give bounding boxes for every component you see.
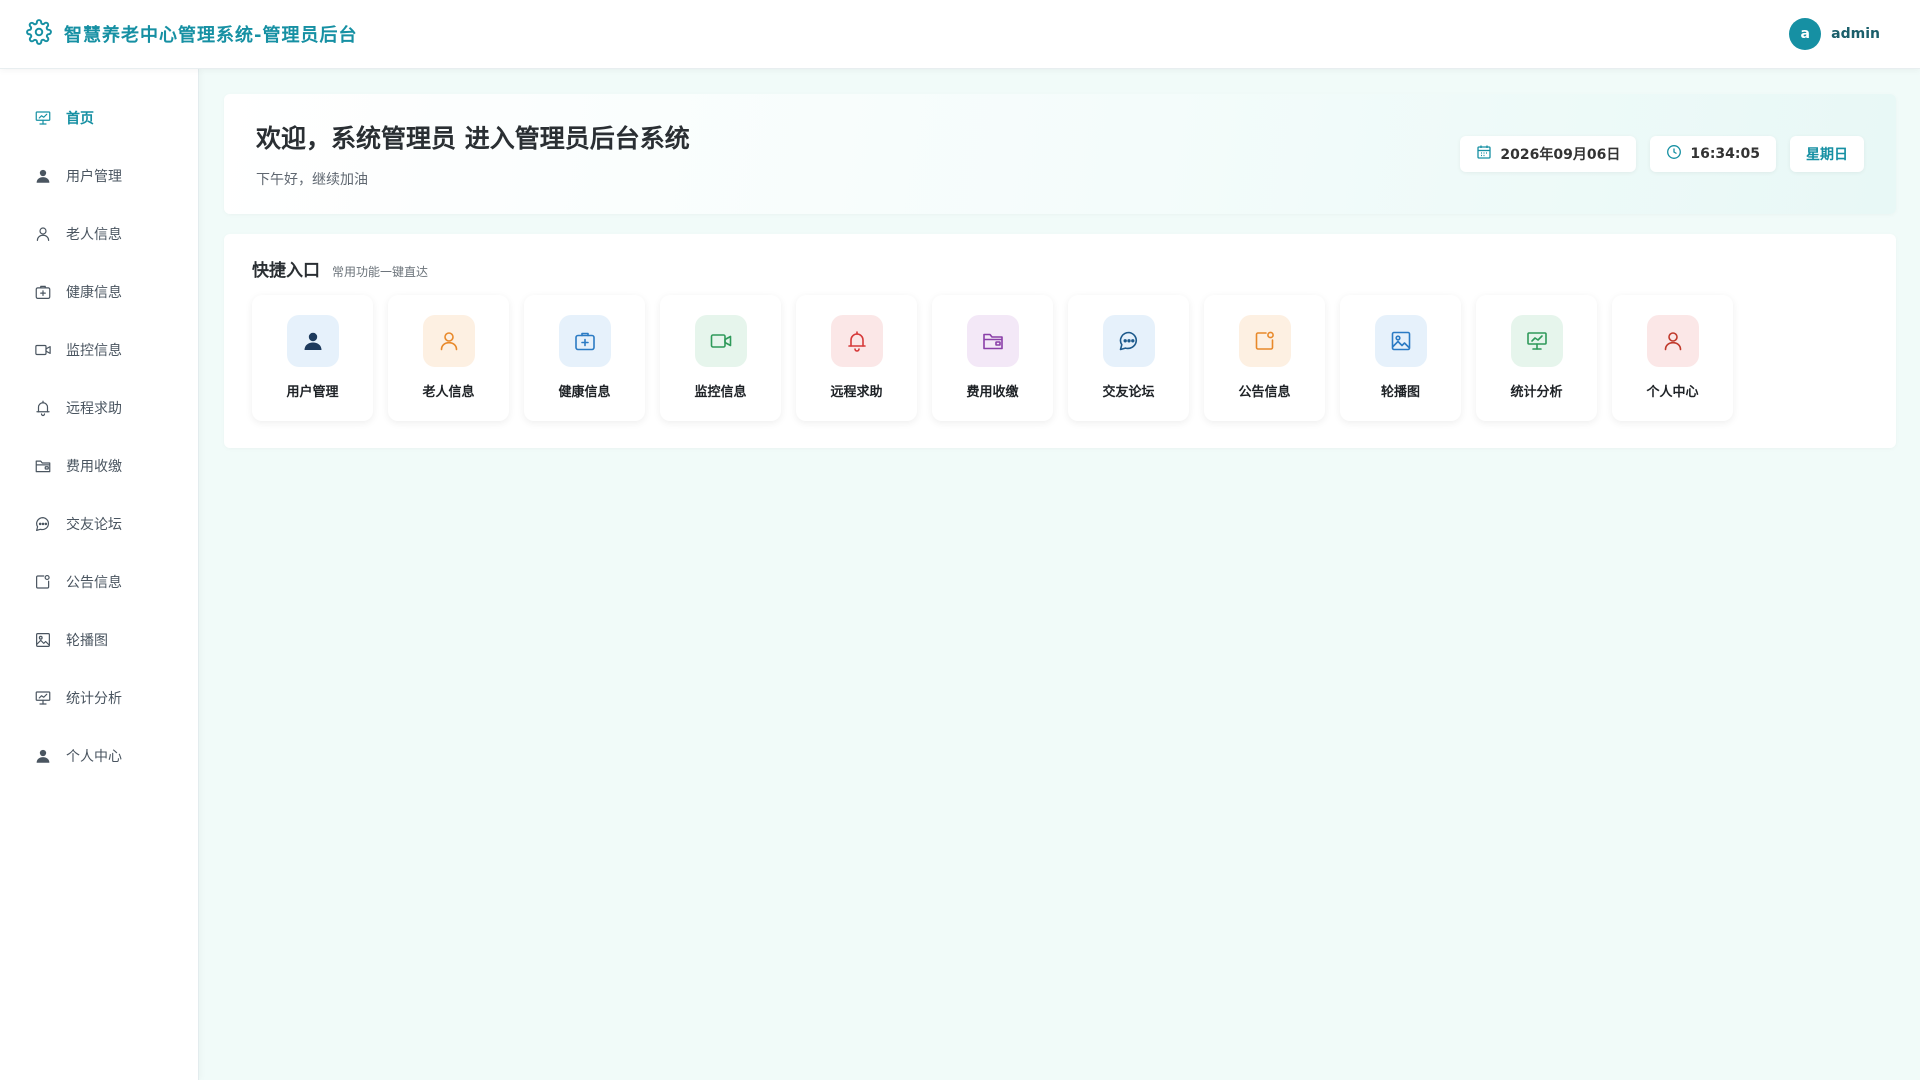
sidebar-item-label: 老人信息 <box>66 227 122 243</box>
time-text: 16:34:05 <box>1690 146 1760 162</box>
sidebar-item-label: 首页 <box>66 111 94 127</box>
brand: 智慧养老中心管理系统-管理员后台 <box>26 19 357 49</box>
sidebar-item-label: 个人中心 <box>66 749 122 765</box>
wallet-icon <box>966 315 1019 367</box>
user-menu[interactable]: a admin <box>1789 18 1880 50</box>
notice-icon <box>1238 315 1291 367</box>
sidebar-item-label: 健康信息 <box>66 285 122 301</box>
quick-tile-10[interactable]: 个人中心 <box>1612 295 1733 421</box>
quick-tile-label: 监控信息 <box>694 385 747 400</box>
chat-icon <box>1102 315 1155 367</box>
quick-tile-label: 健康信息 <box>558 385 611 400</box>
time-chip: 16:34:05 <box>1650 136 1776 172</box>
bell-icon <box>34 399 52 417</box>
sidebar-item-label: 远程求助 <box>66 401 122 417</box>
sidebar-item-label: 公告信息 <box>66 575 122 591</box>
top-header: 智慧养老中心管理系统-管理员后台 a admin <box>0 0 1920 69</box>
quick-tile-label: 公告信息 <box>1238 385 1291 400</box>
quick-entry-tiles: 用户管理 老人信息 健康信息 监控信息 远程求助 费用收缴 交友论坛 公告信息 轮播图 统计分析 个… <box>252 295 1868 421</box>
quick-tile-5[interactable]: 费用收缴 <box>932 295 1053 421</box>
quick-tile-7[interactable]: 公告信息 <box>1204 295 1325 421</box>
wallet-icon <box>34 457 52 475</box>
quick-entry-subtitle: 常用功能一键直达 <box>332 265 429 279</box>
calendar-icon <box>1476 144 1492 164</box>
sidebar-item-5[interactable]: 远程求助 <box>0 379 198 437</box>
camera-icon <box>694 315 747 367</box>
quick-tile-label: 老人信息 <box>422 385 475 400</box>
quick-entry-panel: 快捷入口 常用功能一键直达 用户管理 老人信息 健康信息 监控信息 远程求助 费用收缴 交友… <box>224 234 1896 448</box>
quick-tile-1[interactable]: 老人信息 <box>388 295 509 421</box>
user-filled-icon <box>286 315 339 367</box>
sidebar-item-9[interactable]: 轮播图 <box>0 611 198 669</box>
quick-tile-2[interactable]: 健康信息 <box>524 295 645 421</box>
quick-tile-6[interactable]: 交友论坛 <box>1068 295 1189 421</box>
user-outline-icon <box>422 315 475 367</box>
datetime-chips: 2026年09月06日 16:34:05 星期日 <box>1460 136 1864 172</box>
quick-tile-label: 用户管理 <box>286 385 339 400</box>
bell-icon <box>830 315 883 367</box>
app-title: 智慧养老中心管理系统-管理员后台 <box>64 25 358 46</box>
sidebar-item-0[interactable]: 首页 <box>0 89 198 147</box>
date-text: 2026年09月06日 <box>1500 147 1621 163</box>
sidebar-item-4[interactable]: 监控信息 <box>0 321 198 379</box>
sidebar-item-11[interactable]: 个人中心 <box>0 727 198 785</box>
date-chip: 2026年09月06日 <box>1460 136 1637 172</box>
welcome-subtitle: 下午好，继续加油 <box>256 172 368 188</box>
welcome-title: 欢迎，系统管理员 进入管理员后台系统 <box>256 124 690 153</box>
welcome-text: 欢迎，系统管理员 进入管理员后台系统 下午好，继续加油 <box>256 119 690 189</box>
quick-tile-label: 远程求助 <box>830 385 883 400</box>
avatar[interactable]: a <box>1789 18 1822 50</box>
sidebar-item-3[interactable]: 健康信息 <box>0 263 198 321</box>
sidebar-item-label: 费用收缴 <box>66 459 122 475</box>
first-aid-icon <box>34 283 52 301</box>
username[interactable]: admin <box>1831 26 1880 42</box>
user-filled-icon <box>34 167 52 185</box>
picture-icon <box>1374 315 1427 367</box>
welcome-banner: 欢迎，系统管理员 进入管理员后台系统 下午好，继续加油 2026年09月06日 <box>224 94 1896 214</box>
quick-tile-label: 轮播图 <box>1380 385 1420 400</box>
quick-tile-0[interactable]: 用户管理 <box>252 295 373 421</box>
user-outline-icon <box>34 225 52 243</box>
weekday-text: 星期日 <box>1806 147 1848 163</box>
user-filled-icon <box>34 747 52 765</box>
quick-entry-title: 快捷入口 <box>252 261 320 281</box>
sidebar-item-8[interactable]: 公告信息 <box>0 553 198 611</box>
sidebar-item-6[interactable]: 费用收缴 <box>0 437 198 495</box>
presentation-icon <box>34 109 52 127</box>
quick-tile-label: 费用收缴 <box>966 385 1019 400</box>
sidebar-item-label: 轮播图 <box>66 633 108 649</box>
presentation-icon <box>34 689 52 707</box>
quick-tile-8[interactable]: 轮播图 <box>1340 295 1461 421</box>
quick-tile-label: 交友论坛 <box>1102 385 1155 400</box>
main-content: 欢迎，系统管理员 进入管理员后台系统 下午好，继续加油 2026年09月06日 <box>224 94 1896 448</box>
quick-entry-header: 快捷入口 常用功能一键直达 <box>252 256 1868 281</box>
weekday-chip: 星期日 <box>1790 136 1864 172</box>
sidebar-item-label: 统计分析 <box>66 691 122 707</box>
gear-icon <box>26 19 52 49</box>
clock-icon <box>1666 144 1682 164</box>
user-outline-icon <box>1646 315 1699 367</box>
quick-tile-3[interactable]: 监控信息 <box>660 295 781 421</box>
sidebar-item-label: 交友论坛 <box>66 517 122 533</box>
quick-tile-4[interactable]: 远程求助 <box>796 295 917 421</box>
presentation-icon <box>1510 315 1563 367</box>
sidebar-item-label: 监控信息 <box>66 343 122 359</box>
quick-tile-9[interactable]: 统计分析 <box>1476 295 1597 421</box>
camera-icon <box>34 341 52 359</box>
sidebar-item-label: 用户管理 <box>66 169 122 185</box>
notice-icon <box>34 573 52 591</box>
sidebar-item-2[interactable]: 老人信息 <box>0 205 198 263</box>
first-aid-icon <box>558 315 611 367</box>
quick-tile-label: 统计分析 <box>1510 385 1563 400</box>
picture-icon <box>34 631 52 649</box>
sidebar-item-1[interactable]: 用户管理 <box>0 147 198 205</box>
sidebar-item-7[interactable]: 交友论坛 <box>0 495 198 553</box>
sidebar-item-10[interactable]: 统计分析 <box>0 669 198 727</box>
sidebar: 首页用户管理老人信息健康信息监控信息远程求助费用收缴交友论坛公告信息轮播图统计分… <box>0 69 199 1080</box>
chat-icon <box>34 515 52 533</box>
quick-tile-label: 个人中心 <box>1646 385 1699 400</box>
